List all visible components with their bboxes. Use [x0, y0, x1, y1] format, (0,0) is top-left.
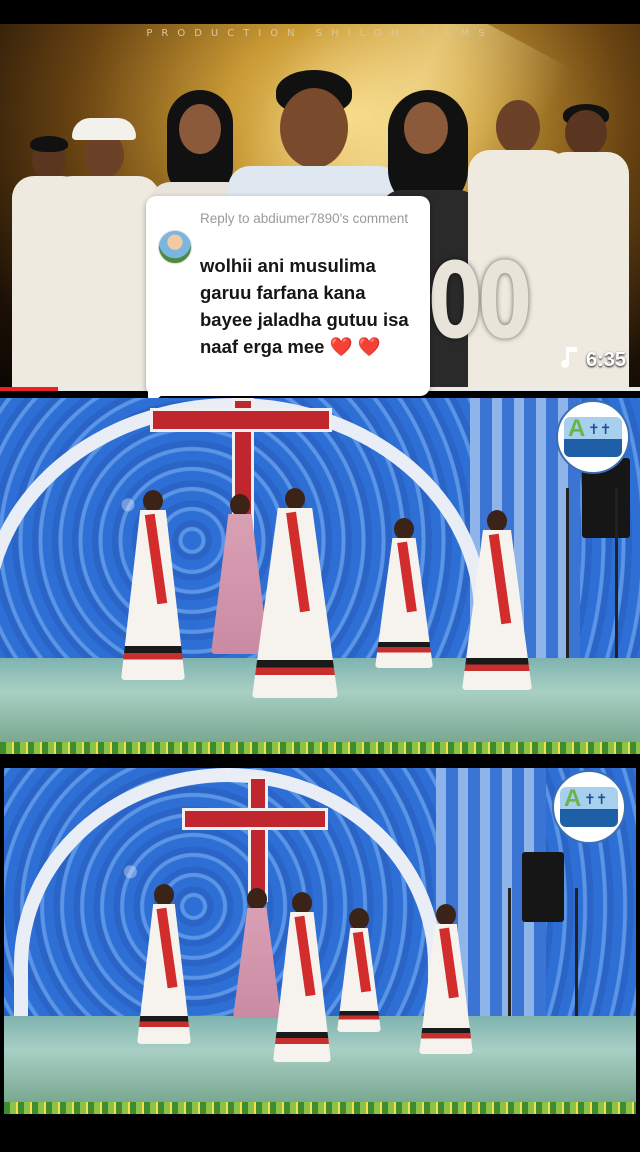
production-credit: PRODUCTION SHILOH FILMS: [146, 28, 494, 39]
reply-comment-sticker[interactable]: Reply to abdiumer7890's comment wolhii a…: [146, 196, 430, 396]
dance-video-frame-2[interactable]: [4, 768, 636, 1114]
heart-emoji: ❤️ ❤️: [329, 336, 381, 357]
dancer: [118, 490, 188, 690]
channel-logo: [552, 770, 626, 844]
dancer: [460, 510, 534, 700]
speaker-stand: [508, 888, 578, 1028]
channel-logo: [556, 400, 630, 474]
dancer: [372, 518, 436, 668]
cross-bar: [182, 808, 328, 830]
duration-label: 6:35: [560, 346, 626, 374]
dancer: [416, 904, 476, 1054]
cross-bar: [150, 408, 332, 432]
speaker-stand: [566, 488, 618, 658]
reply-to-label: Reply to abdiumer7890's comment: [200, 211, 409, 226]
title-numerals: 00: [428, 240, 532, 362]
floor-plants: [0, 742, 640, 754]
progress-fill: [0, 387, 58, 391]
comment-text: wolhii ani musulima garuu farfana kana b…: [200, 252, 422, 360]
commenter-avatar: [158, 230, 192, 264]
dancer: [270, 892, 334, 1062]
dancer: [250, 488, 340, 708]
floor-plants: [4, 1102, 636, 1114]
music-note-icon: [560, 346, 578, 374]
dancer: [134, 884, 194, 1044]
dance-video-frame-1[interactable]: [0, 398, 640, 754]
cross-icon: [248, 776, 268, 902]
video-duration: 6:35: [585, 348, 626, 371]
dancer: [334, 908, 384, 1032]
